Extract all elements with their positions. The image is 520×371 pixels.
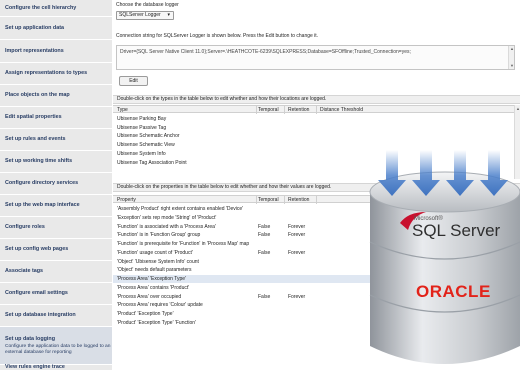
sidebar-item-label: Place objects on the map [5,92,70,98]
column-divider [316,196,317,204]
table-cell: Forever [288,223,306,230]
scroll-down-icon[interactable]: ▼ [509,63,515,69]
table-cell: 'Process Area' contains 'Product' [117,284,190,291]
table-cell: False [258,293,271,300]
logger-heading: Choose the database logger [116,2,179,8]
table-cell: Forever [288,249,306,256]
sidebar-item-label: Set up the web map interface [5,202,80,208]
table-cell: 'Product' 'Exception Type' 'Function' [117,319,197,326]
column-header-temporal[interactable]: Temporal [258,107,279,113]
table-cell: 'Function' is in 'Function Group' group [117,232,201,239]
table-cell: False [258,223,271,230]
oracle-logo: ORACLE [416,282,491,301]
table-cell: Ubisense Schematic Anchor [117,133,180,140]
sidebar-item-label: Edit spatial properties [5,114,62,120]
sidebar-item[interactable]: Set up application data [0,17,112,40]
table-cell: Ubisense Schematic View [117,142,175,149]
sidebar-item[interactable]: Configure directory services [0,173,112,195]
sidebar: Configure the cell hierarchy Set up appli… [0,0,112,371]
sidebar-item-label: View rules engine trace [5,364,65,370]
table-cell: 'Product' 'Exception Type' [117,311,174,317]
sidebar-item-label: Import representations [5,47,64,54]
sidebar-item[interactable]: Configure the cell hierarchy [0,0,112,17]
column-header-property[interactable]: Property [117,197,136,203]
sidebar-item-label: Associate tags [5,268,44,274]
sidebar-item-label: Set up database integration [5,312,76,318]
connection-string-field[interactable]: Driver={SQL Server Native Client 11.0};S… [116,45,515,70]
column-header-retention[interactable]: Retention [288,107,309,113]
logger-select-value: SQLServer Logger [119,12,161,18]
table-cell: Ubisense System Info [117,150,166,157]
column-divider [316,106,317,114]
connection-string-value: Driver={SQL Server Native Client 11.0};S… [120,49,411,55]
column-divider [284,196,285,204]
database-cylinder-body [370,192,520,364]
sidebar-item-label: Configure directory services [5,180,79,186]
table-cell: 'Function' is prerequisite for 'Function… [117,241,250,247]
table-cell: Ubisense Parking Bay [117,116,167,122]
column-header-retention[interactable]: Retention [288,197,309,203]
table-row[interactable]: Ubisense Passive Tag [113,124,520,132]
sidebar-item[interactable]: Set up database integration [0,305,112,327]
sidebar-item[interactable]: Set up the web map interface [0,195,112,217]
table-cell: 'Process Area' requires 'Colour' update [117,302,203,309]
table-cell: Ubisense Tag Association Point [117,159,187,166]
types-table-header: Type Temporal Retention Distance Thresho… [113,105,520,114]
table-cell: Forever [288,232,306,239]
sql-server-brand-large: SQL Server [412,221,501,240]
sidebar-item[interactable]: Set up config web pages [0,239,112,261]
database-illustration: Microsoft® SQL Server ORACLE [369,150,520,364]
sidebar-item-label: Set up working time shifts [5,158,73,164]
table-cell: 'Object' needs default parameters [117,267,192,274]
sidebar-item-label: Configure email settings [5,290,68,296]
table-cell: 'Process Area' over occupied [117,293,182,300]
sidebar-item[interactable]: Set up data logging Configure the applica… [0,327,112,365]
column-divider [284,106,285,114]
logger-select[interactable]: SQLServer Logger ▾ [116,11,174,20]
sidebar-item[interactable]: Configure email settings [0,283,112,305]
sidebar-item-label: Assign representations to types [5,70,88,76]
table-cell: 'Function' usage count of 'Product' [117,249,193,256]
sidebar-item-label: Configure the cell hierarchy [5,4,77,11]
table-row[interactable]: Ubisense Schematic Anchor [113,132,520,140]
chevron-down-icon: ▾ [167,12,170,18]
sidebar-item[interactable]: Set up rules and events [0,129,112,151]
table-cell: 'Exception' sets rep mode 'String' of 'P… [117,214,217,221]
sidebar-item[interactable]: Place objects on the map [0,85,112,107]
sidebar-item[interactable]: Assign representations to types [0,63,112,85]
table-cell: 'Process Area' 'Exception Type' [117,276,187,282]
sidebar-item[interactable]: Configure roles [0,217,112,239]
table-cell: Forever [288,293,306,300]
table-cell: 'Object' 'Ubisense System Info' count [117,258,199,265]
sidebar-item-label: Set up rules and events [5,136,66,142]
scroll-up-icon[interactable]: ▲ [509,46,515,52]
connection-hint: Connection string for SQLServer Logger i… [116,33,319,39]
sidebar-item-description: Configure the application data to be log… [5,343,111,355]
sidebar-item-label: Configure roles [5,224,45,230]
scroll-up-icon[interactable]: ▲ [515,106,520,112]
table-row[interactable]: Ubisense Schematic View [113,141,520,149]
table-cell: 'Assembly Product' right extent contains… [117,206,244,212]
column-header-temporal[interactable]: Temporal [258,197,279,203]
table-cell: 'Function' is associated with a 'Process… [117,223,216,230]
column-divider [256,106,257,114]
table-cell: False [258,249,271,256]
connection-scrollbar[interactable]: ▲ ▼ [508,46,514,69]
sidebar-item[interactable]: Import representations [0,40,112,63]
sidebar-item[interactable]: View rules engine trace [0,364,112,371]
column-header-type[interactable]: Type [117,107,128,113]
sidebar-item[interactable]: Set up working time shifts [0,151,112,173]
table-row[interactable]: Ubisense Parking Bay [113,115,520,123]
sidebar-item-label: Set up config web pages [5,246,69,252]
column-header-distance-threshold[interactable]: Distance Threshold [320,107,363,113]
types-hint: Double-click on the types in the table b… [113,95,520,104]
table-cell: Ubisense Passive Tag [117,124,167,131]
sidebar-item[interactable]: Associate tags [0,261,112,283]
edit-button[interactable]: Edit [119,76,148,86]
column-divider [256,196,257,204]
table-cell: False [258,232,271,239]
sidebar-item[interactable]: Edit spatial properties [0,107,112,129]
sidebar-item-label: Set up data logging [5,335,56,342]
sidebar-item-label: Set up application data [5,24,65,31]
